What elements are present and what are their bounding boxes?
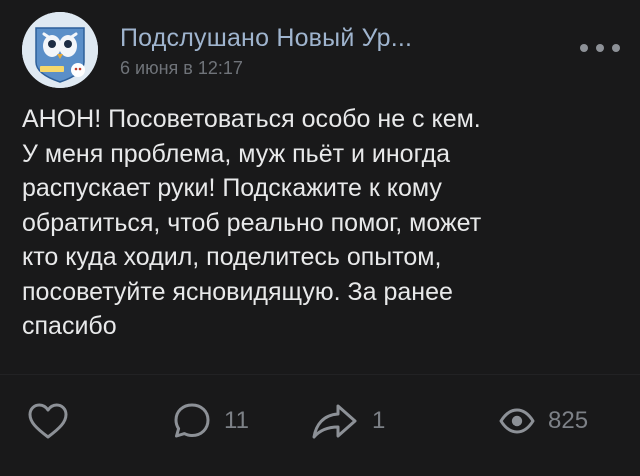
share-button[interactable]: 1	[310, 396, 385, 446]
post-text: АНОН! Посоветоваться особо не с кем. У м…	[22, 105, 482, 340]
comment-icon	[174, 403, 210, 438]
like-button[interactable]	[26, 396, 70, 446]
post-date[interactable]: 6 июня в 12:17	[120, 58, 243, 79]
comment-button[interactable]: 11	[172, 396, 249, 446]
divider	[0, 374, 640, 375]
more-options-icon[interactable]	[580, 38, 620, 58]
owl-logo-icon	[22, 12, 98, 88]
views-count: 825	[548, 407, 589, 434]
heart-icon	[28, 403, 68, 439]
group-name[interactable]: Подслушано Новый Ур...	[120, 24, 412, 53]
post-header: Подслушано Новый Ур... 6 июня в 12:17	[22, 10, 620, 88]
share-icon	[312, 404, 357, 439]
group-avatar[interactable]	[22, 12, 98, 88]
views-indicator: 825	[498, 396, 588, 446]
comments-count: 11	[224, 407, 249, 434]
eye-icon	[499, 408, 535, 434]
post-card: Подслушано Новый Ур... 6 июня в 12:17 АН…	[0, 0, 640, 476]
shares-count: 1	[372, 407, 386, 434]
post-actions: 11 1 825	[0, 396, 640, 446]
